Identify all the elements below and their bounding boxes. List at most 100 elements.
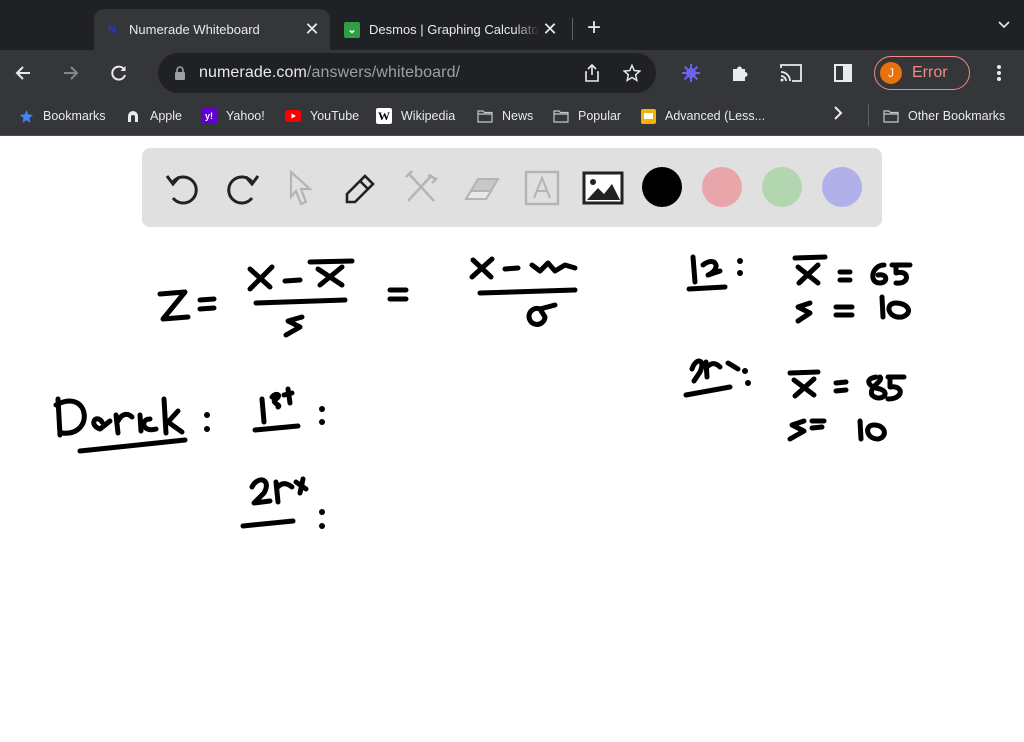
menu-button[interactable] bbox=[984, 58, 1014, 88]
address-bar[interactable]: numerade.com/answers/whiteboard/ bbox=[158, 53, 656, 93]
new-tab-button[interactable]: + bbox=[583, 14, 605, 42]
ink-s-1 bbox=[795, 300, 813, 324]
star-icon bbox=[18, 108, 34, 124]
bookmark-label: Popular bbox=[578, 109, 622, 123]
star-outline-icon bbox=[623, 64, 641, 82]
bookmark-label: Bookmarks bbox=[43, 109, 106, 123]
share-button[interactable] bbox=[572, 64, 612, 82]
ink-85 bbox=[866, 374, 907, 402]
ink-65 bbox=[870, 262, 913, 286]
bookmark-advanced[interactable]: Advanced (Less... bbox=[640, 107, 765, 125]
close-tab-icon[interactable]: ✕ bbox=[302, 19, 322, 40]
sunburst-extension-icon bbox=[682, 64, 700, 82]
ink-2nd-underline bbox=[240, 518, 296, 529]
ink-equals-1 bbox=[197, 296, 217, 312]
ink-fraction-bar-2 bbox=[477, 287, 578, 296]
url-domain: numerade.com bbox=[199, 64, 307, 81]
ink-derick-word bbox=[53, 396, 185, 438]
tab-desmos[interactable]: ⌄ Desmos | Graphing Calculator ✕ bbox=[334, 9, 568, 50]
ink-xbar-1 bbox=[792, 254, 828, 286]
extension-button[interactable] bbox=[676, 58, 706, 88]
tab-title: Numerade Whiteboard bbox=[129, 22, 260, 37]
bookmark-other-bookmarks[interactable]: Other Bookmarks bbox=[883, 107, 1005, 125]
whiteboard-page bbox=[0, 137, 1024, 742]
back-button[interactable] bbox=[8, 58, 38, 88]
side-panel-icon bbox=[834, 64, 852, 82]
avatar: J bbox=[880, 62, 902, 84]
ink-test2-stats bbox=[683, 358, 907, 442]
ink-equals-3 bbox=[837, 269, 853, 283]
wikipedia-icon: W bbox=[376, 108, 392, 124]
arrow-right-icon bbox=[64, 66, 79, 80]
browser-toolbar: numerade.com/answers/whiteboard/ J Error bbox=[0, 50, 1024, 96]
bookmark-label: Other Bookmarks bbox=[908, 109, 1006, 123]
yahoo-icon: y! bbox=[201, 108, 217, 124]
ink-xbar bbox=[307, 258, 355, 288]
bookmark-label: Yahoo! bbox=[226, 109, 265, 123]
folder-icon bbox=[553, 108, 569, 124]
tab-strip: N Numerade Whiteboard ✕ ⌄ Desmos | Graph… bbox=[0, 0, 1024, 50]
ink-xbar-2 bbox=[787, 369, 821, 399]
side-panel-button[interactable] bbox=[828, 58, 858, 88]
bookmark-label: YouTube bbox=[310, 109, 360, 123]
share-icon bbox=[585, 64, 599, 82]
bookmark-star-button[interactable] bbox=[612, 64, 652, 82]
bookmark-apple[interactable]: Apple bbox=[125, 107, 182, 125]
profile-status: Error bbox=[912, 64, 948, 81]
bookmark-label: Wikipedia bbox=[401, 109, 456, 123]
reload-button[interactable] bbox=[104, 58, 134, 88]
ink-fraction-bar-1 bbox=[253, 297, 348, 306]
close-tab-icon[interactable]: ✕ bbox=[540, 19, 560, 40]
youtube-icon bbox=[285, 108, 301, 124]
tab-numerade-whiteboard[interactable]: N Numerade Whiteboard ✕ bbox=[94, 9, 330, 50]
ink-10-a bbox=[879, 294, 911, 320]
ink-test1-stats bbox=[686, 254, 913, 324]
reload-icon bbox=[111, 65, 126, 81]
more-vert-icon bbox=[997, 65, 1001, 81]
bookmarks-divider bbox=[868, 104, 869, 126]
url-text: numerade.com/answers/whiteboard/ bbox=[199, 64, 460, 82]
bookmark-label: News bbox=[502, 109, 534, 123]
bookmark-youtube[interactable]: YouTube bbox=[285, 107, 359, 125]
ink-1st-underline bbox=[252, 423, 301, 433]
tab-divider bbox=[572, 18, 573, 40]
bookmark-bookmarks[interactable]: Bookmarks bbox=[18, 107, 106, 125]
bookmark-folder-popular[interactable]: Popular bbox=[553, 107, 621, 125]
bookmarks-overflow-chevron-icon[interactable] bbox=[833, 106, 843, 125]
bookmark-folder-news[interactable]: News bbox=[477, 107, 533, 125]
puzzle-icon bbox=[733, 66, 748, 81]
ink-s bbox=[283, 314, 305, 338]
ink-s-2 bbox=[787, 418, 807, 442]
ink-minus-2 bbox=[502, 265, 521, 272]
cast-button[interactable] bbox=[776, 58, 806, 88]
bookmark-yahoo[interactable]: y! Yahoo! bbox=[201, 107, 265, 125]
profile-button[interactable]: J Error bbox=[874, 56, 970, 90]
ink-1st bbox=[259, 386, 295, 425]
chevron-down-icon[interactable] bbox=[998, 18, 1010, 32]
slides-icon bbox=[640, 108, 656, 124]
tab-title: Desmos | Graphing Calculator bbox=[369, 22, 540, 37]
ink-2nd-label-underline bbox=[683, 384, 733, 398]
ink-1st-label bbox=[690, 254, 723, 285]
desmos-icon: ⌄ bbox=[344, 21, 360, 38]
ink-x bbox=[247, 264, 275, 292]
numerade-icon: N bbox=[108, 23, 116, 36]
forward-button[interactable] bbox=[56, 58, 86, 88]
ink-equals-6 bbox=[809, 418, 827, 431]
whiteboard-canvas[interactable] bbox=[0, 137, 1024, 742]
extensions-button[interactable] bbox=[725, 58, 755, 88]
ink-10-b bbox=[857, 418, 887, 442]
url-path: /answers/whiteboard/ bbox=[306, 64, 461, 81]
folder-icon bbox=[477, 108, 493, 124]
ink-colon bbox=[204, 412, 210, 418]
ink-mu bbox=[529, 260, 578, 274]
bookmark-label: Advanced (Less... bbox=[665, 109, 766, 123]
arrow-left-icon bbox=[15, 66, 30, 80]
bookmark-wikipedia[interactable]: W Wikipedia bbox=[376, 107, 455, 125]
folder-icon bbox=[883, 108, 899, 124]
bookmarks-bar: Bookmarks Apple y! Yahoo! YouTube W Wiki… bbox=[0, 96, 1024, 136]
ink-derick-underline bbox=[77, 437, 188, 454]
ink-equals-4 bbox=[833, 304, 855, 318]
ink-formula-z-sample bbox=[157, 256, 578, 338]
ink-sigma bbox=[526, 302, 558, 327]
